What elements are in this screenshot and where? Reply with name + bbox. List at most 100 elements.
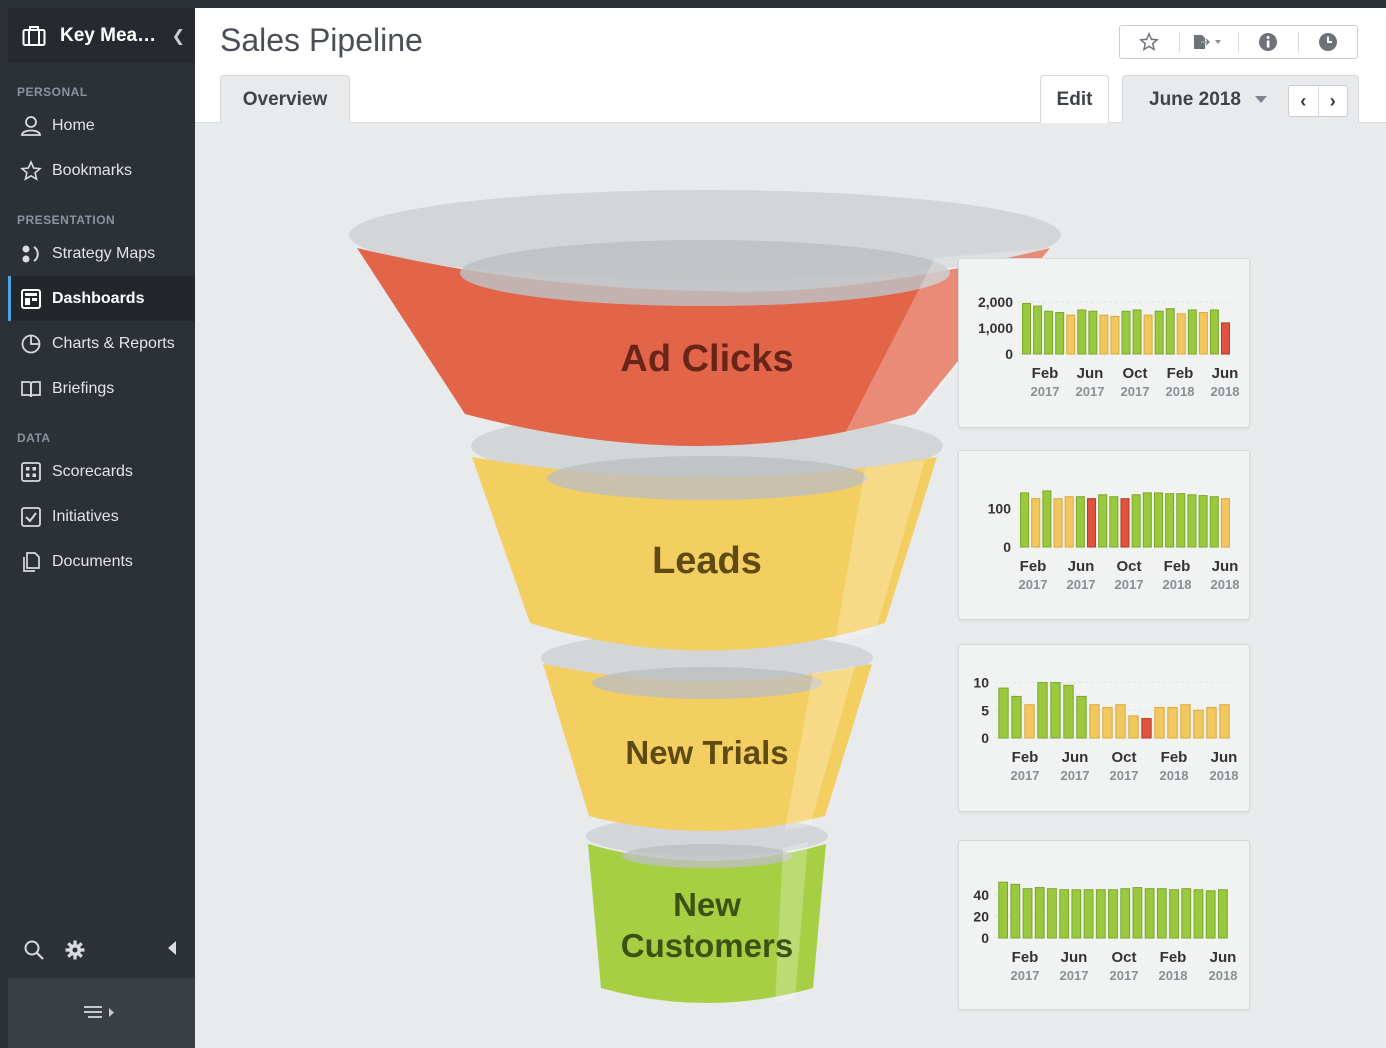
- bar: [1187, 309, 1197, 355]
- bar: [1217, 889, 1228, 939]
- bar: [1089, 704, 1100, 739]
- page-header: Sales Pipeline Overview Edit June 2018 ‹…: [195, 8, 1386, 123]
- y-tick-label: 0: [981, 930, 989, 946]
- x-tick-year: 2017: [1067, 577, 1096, 592]
- sidebar-item-label: Charts & Reports: [52, 334, 175, 352]
- funnel-label-new-trials: New Trials: [625, 734, 789, 771]
- caret-down-icon: [1254, 96, 1267, 103]
- sidebar-item-initiatives[interactable]: Initiatives: [8, 494, 195, 539]
- x-tick-month: Jun: [1212, 558, 1239, 575]
- page-toolbar: [1119, 25, 1358, 59]
- x-tick-year: 2017: [1019, 577, 1048, 592]
- y-tick-label: 2,000: [978, 294, 1013, 310]
- x-tick-month: Feb: [1012, 749, 1039, 766]
- bar: [1141, 718, 1152, 739]
- checkbox-icon: [21, 506, 41, 527]
- sidebar-item-dashboards[interactable]: Dashboards: [8, 276, 195, 321]
- x-tick-month: Oct: [1122, 365, 1147, 382]
- bar: [1110, 315, 1120, 355]
- x-tick-month: Jun: [1068, 558, 1095, 575]
- brand-bar[interactable]: Key Mea… ❮: [8, 8, 195, 63]
- sidebar-item-label: Strategy Maps: [52, 244, 156, 262]
- period-nav: ‹ ›: [1288, 85, 1348, 117]
- bookmark-button[interactable]: [1120, 32, 1180, 52]
- search-icon[interactable]: [23, 939, 45, 961]
- x-tick-month: Feb: [1032, 365, 1059, 382]
- bar: [1154, 310, 1164, 355]
- bar: [1022, 302, 1032, 355]
- export-button[interactable]: [1180, 32, 1239, 52]
- bar: [1024, 704, 1035, 739]
- sidebar-item-strategy-maps[interactable]: Strategy Maps: [8, 231, 195, 276]
- bar: [1165, 308, 1175, 355]
- tab-overview[interactable]: Overview: [220, 75, 350, 123]
- mini-chart-new-customers[interactable]: 40 20 0 Feb 2017 Jun 2017 Oct 2017 Feb 2018 Jun 2018: [958, 840, 1250, 1010]
- documents-icon: [23, 551, 40, 572]
- menu-expand-icon[interactable]: [82, 1003, 122, 1023]
- sidebar-item-home[interactable]: Home: [8, 103, 195, 148]
- x-tick-month: Jun: [1061, 949, 1088, 966]
- bar: [1176, 313, 1186, 355]
- y-tick-label: 40: [973, 887, 989, 903]
- collapse-sidebar-icon[interactable]: [168, 941, 176, 955]
- bar: [1011, 695, 1022, 739]
- bar: [1205, 890, 1216, 939]
- sidebar-item-charts-reports[interactable]: Charts & Reports: [8, 321, 195, 366]
- previous-period-button[interactable]: ‹: [1289, 86, 1319, 116]
- mini-chart-ad-clicks[interactable]: 2,000 1,000 0 Feb 2017 Jun 2017 Oct 2017 Feb 2018 J…: [958, 258, 1250, 428]
- bar: [1180, 704, 1191, 739]
- x-tick-month: Feb: [1161, 749, 1188, 766]
- sidebar-item-label: Scorecards: [52, 462, 133, 480]
- history-button[interactable]: [1299, 32, 1358, 52]
- sidebar-item-scorecards[interactable]: Scorecards: [8, 449, 195, 494]
- star-icon: [1139, 32, 1160, 51]
- x-tick-year: 2018: [1210, 768, 1239, 783]
- x-tick-year: 2017: [1061, 768, 1090, 783]
- edit-button[interactable]: Edit: [1040, 75, 1109, 123]
- bar: [1115, 704, 1126, 739]
- funnel-stage-new-trials[interactable]: [541, 632, 873, 831]
- bar: [1050, 682, 1061, 739]
- y-tick-label: 0: [1003, 539, 1011, 555]
- sidebar-item-bookmarks[interactable]: Bookmarks: [8, 148, 195, 193]
- section-data: DATA: [17, 431, 51, 445]
- x-tick-month: Jun: [1077, 365, 1104, 382]
- funnel-stage-leads[interactable]: [471, 410, 943, 651]
- x-tick-month: Feb: [1164, 558, 1191, 575]
- bar: [1063, 684, 1074, 739]
- chevron-left-icon[interactable]: ❮: [172, 26, 195, 46]
- sidebar-item-briefings[interactable]: Briefings: [8, 366, 195, 411]
- info-button[interactable]: [1239, 32, 1299, 52]
- sidebar-item-documents[interactable]: Documents: [8, 539, 195, 584]
- period-label: June 2018: [1149, 88, 1241, 110]
- bar: [1053, 498, 1063, 548]
- bar: [1121, 310, 1131, 355]
- x-tick-month: Feb: [1167, 365, 1194, 382]
- x-tick-year: 2018: [1209, 968, 1238, 983]
- next-period-button[interactable]: ›: [1319, 86, 1348, 116]
- x-tick-year: 2017: [1031, 384, 1060, 399]
- bar: [1044, 310, 1054, 355]
- bar: [1022, 888, 1033, 939]
- bar: [1087, 498, 1097, 548]
- mini-chart-leads[interactable]: 100 0 Feb 2017 Jun 2017 Oct 2017 Feb 2018 Jun 2018: [958, 450, 1250, 620]
- y-tick-label: 0: [981, 730, 989, 746]
- sidebar-item-label: Home: [52, 116, 95, 134]
- mini-chart-new-trials[interactable]: 10 5 0 Feb 2017 Jun 2017 Oct 2017 Feb 2018 Jun 2018: [958, 644, 1250, 812]
- y-tick-label: 10: [973, 675, 989, 691]
- funnel-label-line: Customers: [620, 927, 794, 964]
- funnel-label-new-customers: New Customers: [557, 884, 857, 966]
- bar: [1167, 707, 1178, 739]
- x-tick-year: 2018: [1211, 577, 1240, 592]
- bar: [1055, 312, 1065, 355]
- bar: [1099, 314, 1109, 355]
- book-icon: [21, 380, 41, 397]
- bar: [1034, 887, 1045, 939]
- clock-icon: [1318, 33, 1337, 51]
- funnel-stage-ad-clicks[interactable]: [349, 190, 1061, 446]
- x-tick-year: 2017: [1121, 384, 1150, 399]
- gear-icon[interactable]: [64, 939, 86, 961]
- bar: [1220, 498, 1230, 548]
- bar: [1198, 495, 1208, 548]
- x-tick-year: 2017: [1060, 968, 1089, 983]
